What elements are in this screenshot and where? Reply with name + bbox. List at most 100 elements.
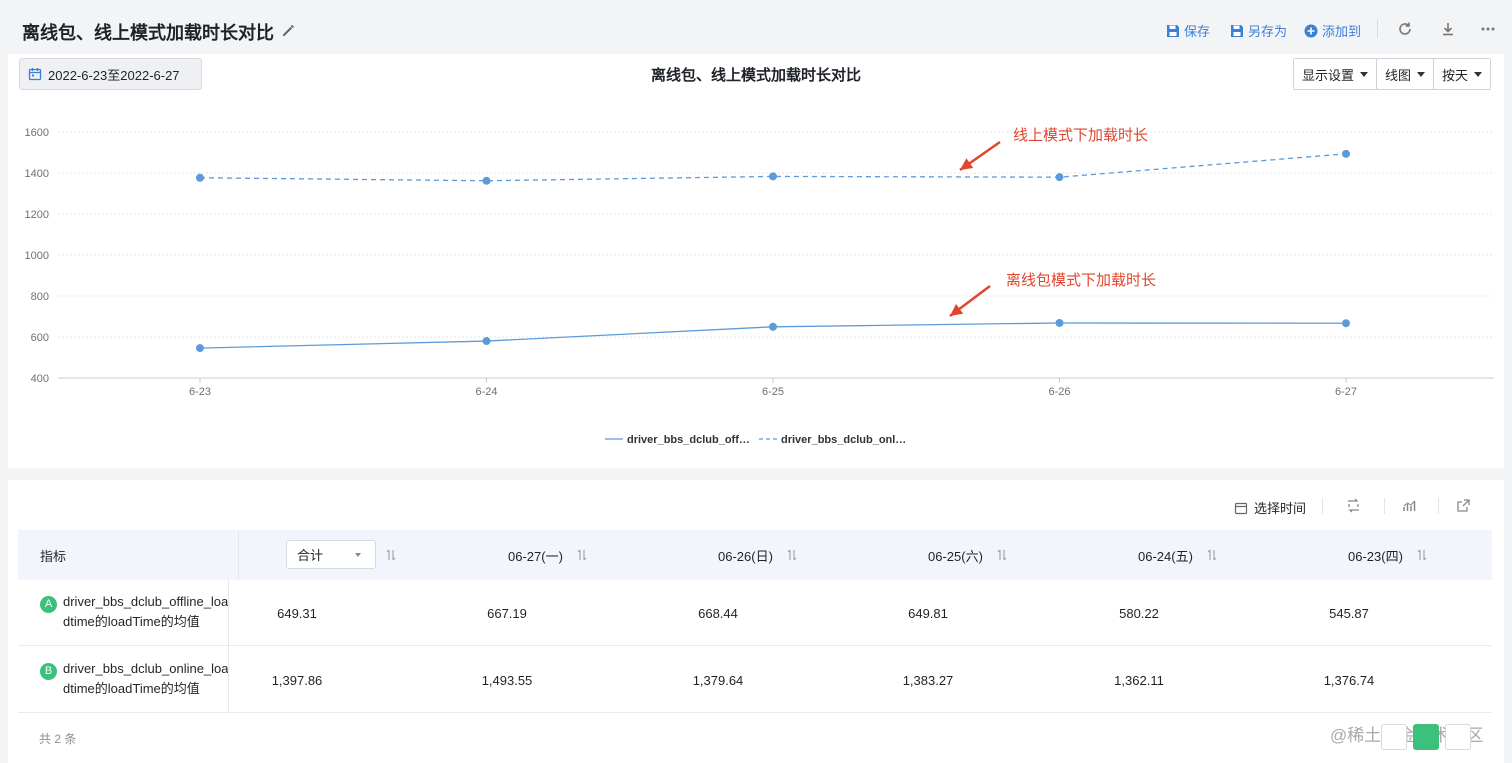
column-header-label: 指标: [40, 548, 67, 564]
aggregate-select[interactable]: 合计: [286, 540, 376, 569]
toolbar-divider: [1384, 498, 1385, 514]
table-row: Adriver_bbs_dclub_offline_loadtime的loadT…: [18, 580, 1492, 646]
annotation-arrow-head: [950, 304, 964, 316]
value-cell: 1,376.74: [1323, 672, 1375, 688]
data-point: [196, 173, 204, 182]
y-tick-label: 400: [31, 373, 49, 385]
external-link-icon[interactable]: [1456, 498, 1471, 513]
metric-name: driver_bbs_dclub_offline_loadtime的loadTi…: [63, 594, 229, 629]
value-cell: 649.81: [908, 605, 948, 621]
calendar-icon: [1234, 502, 1248, 514]
y-tick-label: 800: [31, 291, 49, 303]
y-tick-label: 1400: [25, 168, 49, 180]
column-divider: [238, 530, 239, 580]
edit-icon[interactable]: [281, 22, 297, 38]
column-header-label: 06-26(日): [718, 548, 773, 564]
page-title: 离线包、线上模式加载时长对比: [22, 23, 274, 43]
save-button[interactable]: 保存: [1166, 21, 1210, 40]
value-cell: 545.87: [1329, 605, 1369, 621]
metric-name: driver_bbs_dclub_online_loadtime的loadTim…: [63, 661, 229, 696]
x-tick-label: 6-27: [1335, 386, 1357, 398]
data-point: [1055, 318, 1064, 327]
toolbar-divider: [1438, 498, 1439, 514]
series-badge: A: [40, 596, 57, 613]
value-cell: 1,379.64: [692, 672, 744, 688]
chart-view-icon[interactable]: [1402, 498, 1417, 513]
annotation-online-label: 线上模式下加载时长: [1013, 127, 1148, 144]
line-chart: 400 600 800 1000 1200 1400 1600 6-23 6-24 6-25 6-2…: [25, 127, 1494, 446]
legend-label: driver_bbs_dclub_onl…: [781, 434, 906, 446]
sort-icon[interactable]: [386, 549, 396, 561]
value-cell: 1,362.11: [1114, 672, 1164, 688]
toolbar-divider: [1322, 498, 1323, 514]
more-icon[interactable]: [1480, 21, 1496, 37]
table-card: 选择时间 指标 合计 06-27(一) 06-26(日) 06-25(六) 06-24…: [8, 480, 1504, 763]
chevron-down-icon: [355, 553, 361, 557]
column-header-date: 06-23(四): [1348, 530, 1427, 580]
transpose-icon[interactable]: [1346, 498, 1361, 513]
add-to-button[interactable]: 添加到: [1304, 21, 1361, 40]
value-cell: 580.22: [1119, 605, 1159, 621]
download-icon[interactable]: [1440, 21, 1456, 37]
column-divider: [228, 580, 229, 714]
select-time-button[interactable]: 选择时间: [1234, 498, 1306, 517]
value-cell: 668.44: [698, 605, 738, 621]
add-to-label: 添加到: [1322, 24, 1362, 39]
data-point: [482, 337, 491, 346]
data-point: [1342, 149, 1350, 158]
header-divider: [1377, 20, 1378, 38]
data-point: [1055, 173, 1064, 182]
column-header-label: 06-27(一): [508, 548, 563, 564]
column-header-date: 06-26(日): [718, 530, 797, 580]
sort-icon[interactable]: [1207, 549, 1217, 561]
sort-icon[interactable]: [1417, 549, 1427, 561]
y-tick-label: 1600: [25, 127, 49, 139]
total-cell: 649.31: [277, 605, 317, 621]
annotation-offline-label: 离线包模式下加载时长: [1006, 272, 1156, 289]
page-header: 离线包、线上模式加载时长对比 保存 另存为 添加到: [0, 0, 1512, 54]
data-point: [482, 176, 491, 185]
legend-label: driver_bbs_dclub_off…: [627, 434, 750, 446]
float-button-active[interactable]: [1413, 724, 1439, 750]
save-as-button[interactable]: 另存为: [1230, 21, 1287, 40]
select-time-label: 选择时间: [1254, 501, 1307, 516]
save-label: 保存: [1184, 24, 1211, 39]
series-badge: B: [40, 663, 57, 680]
refresh-icon[interactable]: [1397, 21, 1413, 37]
column-header-label: 06-25(六): [928, 548, 983, 564]
x-tick-label: 6-25: [762, 386, 784, 398]
chart-card: 2022-6-23至2022-6-27 离线包、线上模式加载时长对比 显示设置 …: [8, 54, 1504, 468]
x-tick-label: 6-26: [1048, 386, 1070, 398]
float-button[interactable]: [1381, 724, 1407, 750]
data-point: [196, 344, 204, 353]
y-tick-label: 1000: [25, 250, 49, 262]
value-cell: 667.19: [487, 605, 527, 621]
column-header-date: 06-24(五): [1138, 530, 1217, 580]
table-header: 指标 合计 06-27(一) 06-26(日) 06-25(六) 06-24(五) 06…: [18, 530, 1492, 580]
x-tick-label: 6-24: [475, 386, 497, 398]
save-icon: [1167, 24, 1179, 37]
y-tick-label: 600: [31, 332, 49, 344]
data-point: [769, 172, 777, 181]
value-cell: 1,493.55: [481, 672, 533, 688]
total-count: 共 2 条: [39, 732, 77, 746]
sort-icon[interactable]: [787, 549, 797, 561]
column-header-date: 06-27(一): [508, 530, 587, 580]
sort-icon[interactable]: [577, 549, 587, 561]
y-tick-label: 1200: [25, 209, 49, 221]
float-button[interactable]: [1445, 724, 1471, 750]
save-as-icon: [1231, 24, 1243, 37]
column-header-label: 06-24(五): [1138, 548, 1193, 564]
data-point: [1342, 319, 1350, 328]
data-point: [769, 322, 777, 331]
column-header-metric: 指标: [40, 530, 66, 580]
column-header-label: 06-23(四): [1348, 548, 1403, 564]
value-cell: 1,383.27: [902, 672, 954, 688]
sort-icon[interactable]: [997, 549, 1007, 561]
total-cell: 1,397.86: [271, 672, 323, 688]
column-header-date: 06-25(六): [928, 530, 1007, 580]
save-as-label: 另存为: [1248, 24, 1288, 39]
add-icon: [1304, 24, 1318, 37]
annotation-arrow-head: [960, 158, 974, 170]
x-tick-label: 6-23: [189, 386, 211, 398]
